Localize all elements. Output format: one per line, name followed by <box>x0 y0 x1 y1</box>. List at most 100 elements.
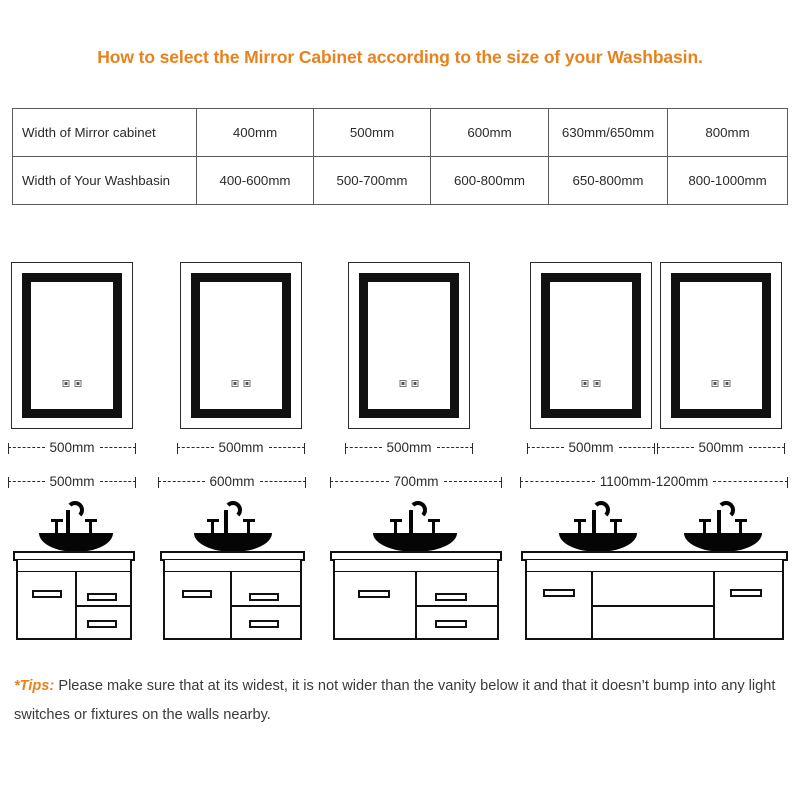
vanity-700mm <box>330 492 502 650</box>
vanity-dimension-3: 700mm <box>330 472 503 492</box>
cabinet-divider-horizontal <box>75 605 132 608</box>
mirror-cabinet-1 <box>11 262 133 429</box>
defogger-touch-icon <box>593 380 601 387</box>
faucet-handle-right-stem-icon <box>739 521 742 533</box>
basin-bowl <box>684 533 762 552</box>
mirror-cabinet-3 <box>348 262 470 429</box>
dimension-label: 500mm <box>49 474 95 490</box>
table-row: Width of Your Washbasin 400-600mm 500-70… <box>12 156 788 205</box>
dimension-leader-left <box>345 443 382 454</box>
vanity-row <box>0 492 800 650</box>
dimension-leader-right <box>99 443 137 454</box>
mirror-glass <box>191 273 291 418</box>
power-touch-icon <box>581 380 589 387</box>
mirror-glass <box>671 273 771 418</box>
faucet-handle-right-stem-icon <box>614 521 617 533</box>
dimension-leader-left <box>177 443 214 454</box>
dimension-label: 600mm <box>209 474 255 490</box>
cabinet-divider-horizontal <box>415 605 499 608</box>
door-pull-left <box>182 590 212 598</box>
door-pull-left <box>32 590 62 598</box>
dimension-label: 500mm <box>218 440 264 456</box>
power-touch-icon <box>62 380 70 387</box>
dimension-leader-left <box>8 443 45 454</box>
dimension-leader-left <box>330 477 389 488</box>
dimension-leader-left <box>8 477 45 488</box>
dimension-leader-right <box>748 443 786 454</box>
touch-sensor-group <box>62 380 82 387</box>
dimension-leader-right <box>713 477 789 488</box>
defogger-touch-icon <box>411 380 419 387</box>
cabinet-divider-horizontal <box>230 605 302 608</box>
mirror-glass <box>22 273 122 418</box>
cell-washbasin-width-4: 650-800mm <box>548 156 668 205</box>
tips-keyword: *Tips: <box>14 678 55 694</box>
touch-sensor-group <box>231 380 251 387</box>
faucet-handle-right-stem-icon <box>89 521 92 533</box>
cell-washbasin-width-3: 600-800mm <box>430 156 549 205</box>
basin-bowl <box>559 533 637 552</box>
mirror-glass <box>541 273 641 418</box>
dimension-label: 500mm <box>386 440 432 456</box>
mirror-dimension-4: 500mm <box>527 438 656 458</box>
mirror-dimension-3: 500mm <box>345 438 474 458</box>
dimension-leader-right <box>443 477 503 488</box>
faucet-handle-left-stem-icon <box>703 521 706 533</box>
tips-note: *Tips: Please make sure that at its wide… <box>14 672 786 730</box>
touch-sensor-group <box>711 380 731 387</box>
mirror-glass <box>359 273 459 418</box>
cabinet-divider-horizontal <box>591 605 713 608</box>
door-pull-right <box>730 589 762 597</box>
dimension-leader-left <box>158 477 205 488</box>
mirror-cabinet-2 <box>180 262 302 429</box>
dimension-label: 500mm <box>568 440 614 456</box>
vanity-600mm <box>160 492 305 650</box>
dimension-leader-right <box>259 477 307 488</box>
faucet-handle-left-stem-icon <box>578 521 581 533</box>
drawer-pull-bottom <box>249 620 279 628</box>
defogger-touch-icon <box>723 380 731 387</box>
faucet-handle-left-stem-icon <box>211 521 214 533</box>
row-header-washbasin-width: Width of Your Washbasin <box>12 156 197 205</box>
mirror-cabinet-5 <box>660 262 782 429</box>
infographic-page: How to select the Mirror Cabinet accordi… <box>0 0 800 800</box>
cabinet-divider-right <box>713 572 716 640</box>
tips-text: Please make sure that at its widest, it … <box>14 678 776 723</box>
drawer-pull-top <box>435 593 467 601</box>
dimension-leader-right <box>268 443 306 454</box>
mirror-dimension-2: 500mm <box>177 438 306 458</box>
dimension-leader-left <box>520 477 595 488</box>
cell-washbasin-width-2: 500-700mm <box>313 156 431 205</box>
mirror-cabinet-4 <box>530 262 652 429</box>
size-table-container: Width of Mirror cabinet 400mm 500mm 600m… <box>12 108 788 205</box>
row-header-mirror-width: Width of Mirror cabinet <box>12 108 197 157</box>
defogger-touch-icon <box>74 380 82 387</box>
touch-sensor-group <box>581 380 601 387</box>
vanity-dimension-4: 1100mm-1200mm <box>520 472 789 492</box>
dimension-leader-right <box>99 477 137 488</box>
page-title: How to select the Mirror Cabinet accordi… <box>97 47 703 67</box>
dimension-leader-right <box>618 443 656 454</box>
drawer-pull-bottom <box>435 620 467 628</box>
faucet-handle-right-stem-icon <box>247 521 250 533</box>
door-pull-left <box>358 590 390 598</box>
power-touch-icon <box>711 380 719 387</box>
cell-mirror-width-5: 800mm <box>667 108 788 157</box>
faucet-handle-left-stem-icon <box>55 521 58 533</box>
defogger-touch-icon <box>243 380 251 387</box>
table-row: Width of Mirror cabinet 400mm 500mm 600m… <box>12 108 788 157</box>
cell-mirror-width-2: 500mm <box>313 108 431 157</box>
drawer-pull-bottom <box>87 620 117 628</box>
basin-bowl <box>194 533 272 552</box>
dimension-leader-left <box>657 443 694 454</box>
size-table: Width of Mirror cabinet 400mm 500mm 600m… <box>12 108 788 205</box>
dimension-label: 500mm <box>698 440 744 456</box>
vanity-500mm <box>13 492 135 650</box>
mirror-dimension-5: 500mm <box>657 438 786 458</box>
cell-washbasin-width-1: 400-600mm <box>196 156 314 205</box>
mirror-dimension-1: 500mm <box>8 438 137 458</box>
dimension-leader-right <box>436 443 474 454</box>
cell-mirror-width-4: 630mm/650mm <box>548 108 668 157</box>
cell-mirror-width-3: 600mm <box>430 108 549 157</box>
dimension-leader-left <box>527 443 564 454</box>
